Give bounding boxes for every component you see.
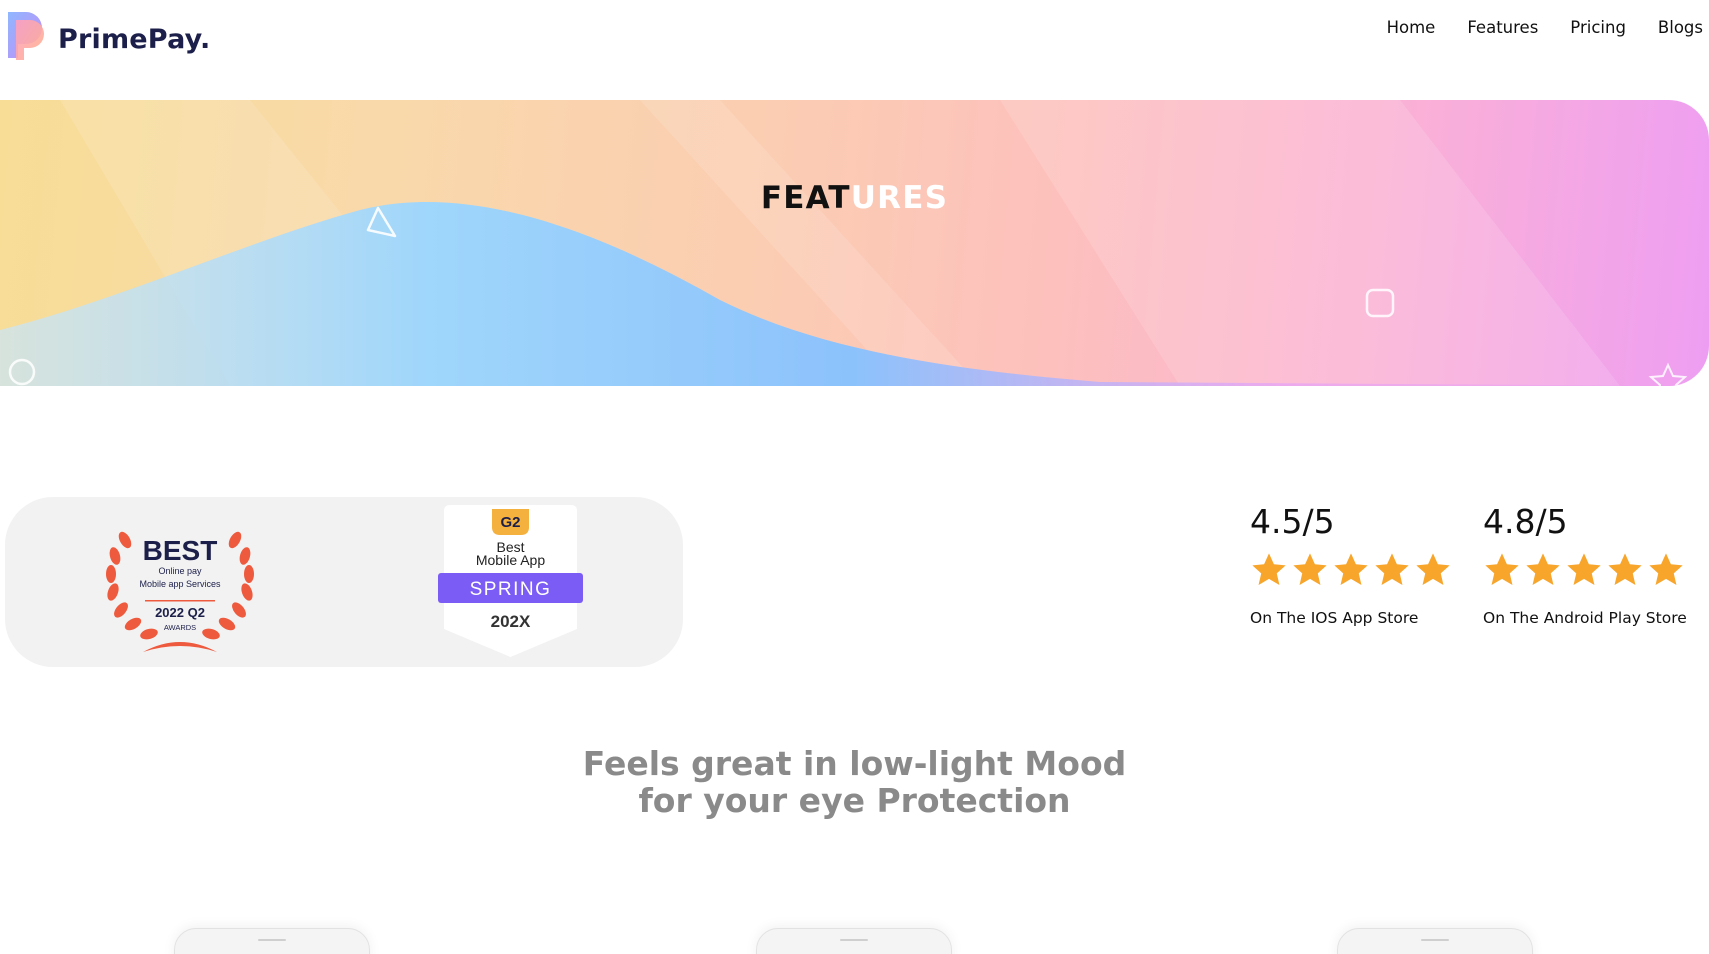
nav-home[interactable]: Home xyxy=(1387,18,1436,37)
star-icon xyxy=(1375,553,1409,586)
best-award-line1: Online pay xyxy=(158,566,202,576)
best-award-line2: Mobile app Services xyxy=(139,579,221,589)
page-title-light-part: URES xyxy=(850,180,949,216)
ios-rating-label: On The IOS App Store xyxy=(1250,609,1419,627)
primepay-logo-icon xyxy=(8,12,44,60)
star-icon xyxy=(1567,553,1601,586)
phone-mockup xyxy=(174,928,370,954)
star-icon xyxy=(1334,553,1368,586)
phone-mockup xyxy=(1337,928,1533,954)
phone-speaker xyxy=(1421,939,1449,941)
star-icon xyxy=(1649,553,1683,586)
ios-rating-score: 4.5/5 xyxy=(1250,502,1335,541)
g2-award-line2: Mobile App xyxy=(476,552,545,568)
g2-award-year: 202X xyxy=(491,612,531,631)
section-heading-line1: Feels great in low-light Mood xyxy=(582,744,1127,783)
android-rating-score: 4.8/5 xyxy=(1483,502,1568,541)
section-heading: Feels great in low-light Mood for your e… xyxy=(0,745,1709,819)
star-icon xyxy=(1608,553,1642,586)
android-rating: 4.8/5 On The Android Play Store xyxy=(1483,502,1687,627)
brand-name: PrimePay. xyxy=(58,23,211,55)
nav-features[interactable]: Features xyxy=(1467,18,1538,37)
section-heading-line2: for your eye Protection xyxy=(638,781,1071,820)
g2-award-badge: G2 Best Mobile App SPRING 202X xyxy=(438,505,583,657)
best-award-headline: BEST xyxy=(143,535,218,566)
brand-logo[interactable]: PrimePay. xyxy=(4,8,210,62)
star-icon xyxy=(1252,553,1286,586)
g2-award-season: SPRING xyxy=(470,579,552,600)
android-rating-stars xyxy=(1483,551,1687,589)
star-icon xyxy=(1485,553,1519,586)
page-title: FEATURES xyxy=(0,180,1709,216)
hero-banner: FEATURES xyxy=(0,100,1709,386)
android-rating-label: On The Android Play Store xyxy=(1483,609,1687,627)
main-nav: Home Features Pricing Blogs xyxy=(1387,18,1703,37)
best-award-footer: AWARDS xyxy=(164,623,196,632)
page-title-dark-part: FEAT xyxy=(760,180,851,216)
ios-rating-stars xyxy=(1250,551,1452,589)
awards-panel: BEST Online pay Mobile app Services 2022… xyxy=(5,497,683,667)
star-icon xyxy=(1416,553,1450,586)
phone-speaker xyxy=(258,939,286,941)
star-icon xyxy=(1526,553,1560,586)
nav-pricing[interactable]: Pricing xyxy=(1570,18,1626,37)
star-icon xyxy=(1293,553,1327,586)
ios-rating: 4.5/5 On The IOS App Store xyxy=(1250,502,1452,627)
best-award-period: 2022 Q2 xyxy=(155,605,205,620)
best-award-badge: BEST Online pay Mobile app Services 2022… xyxy=(106,531,254,652)
g2-logo: G2 xyxy=(500,514,520,531)
phone-speaker xyxy=(840,939,868,941)
nav-blogs[interactable]: Blogs xyxy=(1658,18,1703,37)
hero-background-shapes xyxy=(0,100,1709,386)
phone-mockup xyxy=(756,928,952,954)
